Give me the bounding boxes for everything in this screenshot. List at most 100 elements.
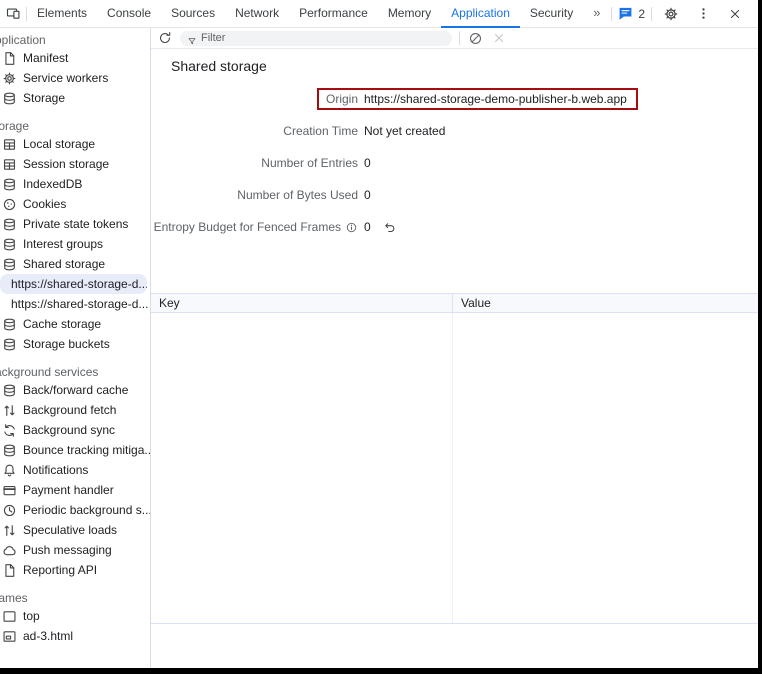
sidebar-item-shared-storage[interactable]: Shared storage (0, 254, 150, 274)
file-icon (2, 563, 17, 578)
sidebar-item-ad-3-html[interactable]: ad-3.html (0, 626, 150, 646)
filter-input[interactable] (201, 32, 445, 44)
tab-console[interactable]: Console (97, 0, 161, 28)
gear-icon (663, 6, 679, 22)
tabbar-separator (611, 7, 612, 21)
database-icon (2, 177, 17, 192)
panel-toolbar (151, 28, 758, 49)
tab-sources[interactable]: Sources (161, 0, 225, 28)
info-icon[interactable] (345, 221, 358, 234)
sidebar-item-background-fetch[interactable]: Background fetch (0, 400, 150, 420)
metadata-value: https://shared-storage-demo-publisher-b.… (364, 92, 758, 106)
refresh-button[interactable] (156, 29, 174, 47)
tab-security[interactable]: Security (520, 0, 583, 28)
database-icon (2, 217, 17, 232)
sidebar-item-label: Storage (23, 91, 65, 105)
sidebar-item-notifications[interactable]: Notifications (0, 460, 150, 480)
sidebar-item-speculative-loads[interactable]: Speculative loads (0, 520, 150, 540)
sidebar-section-background-services: Background servicesBack/forward cacheBac… (0, 364, 150, 580)
cookie-icon (2, 197, 17, 212)
sidebar-item-session-storage[interactable]: Session storage (0, 154, 150, 174)
sidebar-section-title: Background services (0, 364, 150, 380)
sidebar-item-indexeddb[interactable]: IndexedDB (0, 174, 150, 194)
sidebar-item-label: Storage buckets (23, 337, 110, 351)
sidebar-item-manifest[interactable]: Manifest (0, 48, 150, 68)
sidebar-item-push-messaging[interactable]: Push messaging (0, 540, 150, 560)
sidebar-item-periodic-background-s[interactable]: Periodic background s... (0, 500, 150, 520)
tab-elements[interactable]: Elements (27, 0, 97, 28)
sync-icon (2, 423, 17, 438)
sidebar-item-label: Session storage (23, 157, 109, 171)
sidebar-item-label: Notifications (23, 463, 88, 477)
sidebar-item-label: ad-3.html (23, 629, 73, 643)
table-header: KeyValue (151, 293, 758, 313)
metadata-value-text: 0 (364, 188, 371, 202)
tab-application[interactable]: Application (441, 0, 520, 28)
sidebar-item-reporting-api[interactable]: Reporting API (0, 560, 150, 580)
sidebar-item-https-shared-storage-d-2[interactable]: https://shared-storage-d... (0, 294, 150, 314)
issues-count: 2 (638, 7, 645, 21)
tabbar-separator (651, 7, 652, 21)
sidebar-item-service-workers[interactable]: Service workers (0, 68, 150, 88)
updown-icon (2, 523, 17, 538)
sidebar-item-cache-storage[interactable]: Cache storage (0, 314, 150, 334)
close-devtools-button[interactable] (722, 1, 748, 27)
sidebar-section-title: Frames (0, 590, 150, 606)
sidebar-item-cookies[interactable]: Cookies (0, 194, 150, 214)
three-dots-icon (696, 6, 711, 21)
device-toolbar-icon (5, 6, 22, 21)
sidebar-section-title-text: Frames (0, 590, 28, 606)
metadata-label: Entropy Budget for Fenced Frames (151, 220, 358, 234)
toggle-device-toolbar-button[interactable] (0, 1, 26, 27)
tab-network[interactable]: Network (225, 0, 289, 28)
sidebar-item-https-shared-storage-d[interactable]: https://shared-storage-d... (0, 274, 147, 294)
table-column-header-key[interactable]: Key (151, 294, 452, 312)
sidebar-item-label: Bounce tracking mitiga... (23, 443, 150, 457)
sidebar-item-private-state-tokens[interactable]: Private state tokens (0, 214, 150, 234)
sidebar-item-back-forward-cache[interactable]: Back/forward cache (0, 380, 150, 400)
sidebar-item-label: Service workers (23, 71, 108, 85)
tab-memory[interactable]: Memory (378, 0, 441, 28)
more-tabs-button[interactable]: » (583, 0, 610, 28)
table-icon (2, 137, 17, 152)
tabbar-right-controls: 2 (611, 1, 758, 27)
sidebar-item-label: Local storage (23, 137, 95, 151)
sidebar-item-bounce-tracking-mitiga[interactable]: Bounce tracking mitiga... (0, 440, 150, 460)
sidebar-item-payment-handler[interactable]: Payment handler (0, 480, 150, 500)
tab-performance[interactable]: Performance (289, 0, 378, 28)
panel-tabs: ElementsConsoleSourcesNetworkPerformance… (27, 0, 583, 28)
sidebar-item-label: Interest groups (23, 237, 103, 251)
settings-button[interactable] (658, 1, 684, 27)
issues-counter-button[interactable]: 2 (618, 6, 645, 21)
sidebar-item-background-sync[interactable]: Background sync (0, 420, 150, 440)
metadata-row-entropy-budget-for-fenced-frames: Entropy Budget for Fenced Frames0 (151, 211, 758, 243)
block-icon (468, 31, 483, 46)
metadata-label-text: Origin (326, 92, 358, 106)
database-icon (2, 237, 17, 252)
window-edge (758, 0, 762, 674)
clear-filter-button[interactable] (491, 30, 507, 46)
customize-menu-button[interactable] (690, 1, 716, 27)
issues-bubble-icon (618, 6, 633, 21)
sidebar-section-title: Application (0, 32, 150, 48)
sidebar-item-top[interactable]: top (0, 606, 150, 626)
metadata-label-text: Entropy Budget for Fenced Frames (154, 220, 341, 234)
sidebar-item-interest-groups[interactable]: Interest groups (0, 234, 150, 254)
table-column-header-value[interactable]: Value (452, 294, 758, 312)
sidebar-item-local-storage[interactable]: Local storage (0, 134, 150, 154)
filter-funnel-icon (187, 33, 197, 43)
sidebar-item-storage[interactable]: Storage (0, 88, 150, 108)
cloud-icon (2, 543, 17, 558)
sidebar-item-label: Payment handler (23, 483, 114, 497)
metadata-row-number-of-entries: Number of Entries0 (151, 147, 758, 179)
devtools-window: ElementsConsoleSourcesNetworkPerformance… (0, 0, 762, 674)
database-icon (2, 317, 17, 332)
sidebar-section-title-text: Application (0, 32, 46, 48)
table-icon (2, 157, 17, 172)
sidebar-item-label: IndexedDB (23, 177, 82, 191)
reset-budget-button[interactable] (383, 220, 397, 234)
sidebar-item-label: Shared storage (23, 257, 105, 271)
sidebar-item-storage-buckets[interactable]: Storage buckets (0, 334, 150, 354)
clear-all-button[interactable] (467, 30, 483, 46)
page-title: Shared storage (171, 58, 267, 74)
